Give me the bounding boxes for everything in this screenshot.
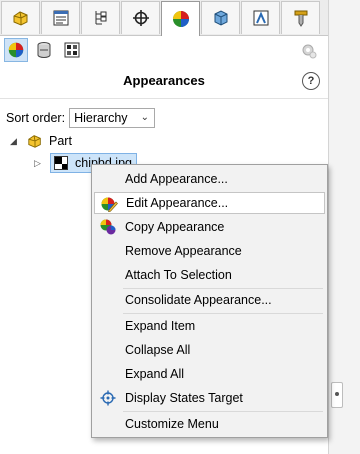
panel-splitter-handle[interactable] (331, 382, 343, 408)
settings-button[interactable] (298, 40, 320, 62)
menu-item-label: Display States Target (125, 391, 243, 405)
menu-item-remove-appearance[interactable]: Remove Appearance (94, 240, 325, 262)
tree-item-part-label: Part (49, 134, 72, 148)
manager-tabs (0, 0, 328, 36)
tab-tool[interactable] (281, 1, 320, 34)
appearances-view-button[interactable] (4, 38, 28, 62)
cam-icon (253, 10, 268, 26)
menu-item-display-states-target[interactable]: Display States Target (94, 387, 325, 409)
help-icon[interactable]: ? (302, 72, 320, 90)
collapse-triangle-icon[interactable]: ◢ (10, 136, 20, 147)
sort-order-label: Sort order: (6, 111, 66, 125)
decals-view-button[interactable] (60, 38, 84, 62)
tab-dimxpert[interactable] (121, 1, 160, 34)
appearances-ball-icon (8, 42, 24, 58)
menu-item-attach-to-selection[interactable]: Attach To Selection (94, 264, 325, 286)
context-menu: Add Appearance... Edit Appearance... Cop… (91, 164, 328, 438)
part-yellow-icon (28, 135, 41, 148)
appearance-toolbar (0, 36, 328, 64)
menu-separator (123, 411, 323, 412)
menu-item-label: Customize Menu (125, 417, 219, 431)
display-cube-icon (214, 10, 227, 26)
sort-order-row: Sort order: Hierarchy ⌄ (6, 108, 156, 128)
target-icon (100, 390, 116, 406)
menu-item-label: Remove Appearance (125, 244, 242, 258)
menu-item-label: Attach To Selection (125, 268, 232, 282)
gear-disabled-icon (302, 44, 317, 59)
menu-item-label: Expand Item (125, 319, 196, 333)
menu-item-expand-all[interactable]: Expand All (94, 363, 325, 385)
menu-item-expand-item[interactable]: Expand Item (94, 315, 325, 337)
menu-item-customize-menu[interactable]: Customize Menu (94, 413, 325, 435)
menu-item-label: Expand All (125, 367, 185, 381)
crosshair-icon (132, 10, 149, 26)
chevron-down-icon: ⌄ (140, 112, 150, 123)
sort-order-select[interactable]: Hierarchy ⌄ (69, 108, 156, 128)
tab-configuration-manager[interactable] (81, 1, 120, 34)
part-yellow-icon (13, 11, 27, 26)
decal-thumbnail-icon (54, 156, 68, 170)
decal-image-icon (64, 42, 80, 58)
menu-item-label: Copy Appearance (125, 220, 225, 234)
copy-appearance-icon (100, 219, 116, 235)
menu-item-label: Collapse All (125, 343, 191, 357)
menu-item-add-appearance[interactable]: Add Appearance... (94, 168, 325, 190)
tab-display-cube[interactable] (201, 1, 240, 34)
menu-item-copy-appearance[interactable]: Copy Appearance (94, 216, 325, 238)
menu-item-edit-appearance[interactable]: Edit Appearance... (94, 192, 325, 214)
cylinder-icon (37, 42, 51, 58)
sort-order-value: Hierarchy (74, 111, 128, 125)
menu-item-label: Consolidate Appearance... (125, 293, 272, 307)
tree-item-part[interactable]: ◢ Part (10, 133, 72, 149)
appearances-ball-icon (172, 11, 189, 27)
configuration-manager-icon (95, 11, 106, 25)
menu-item-collapse-all[interactable]: Collapse All (94, 339, 325, 361)
tool-icon (294, 10, 307, 27)
menu-item-label: Edit Appearance... (126, 196, 229, 210)
panel-header: Appearances ? (0, 66, 328, 96)
cylinder-view-button[interactable] (32, 38, 56, 62)
header-divider (0, 98, 328, 99)
menu-item-label: Add Appearance... (125, 172, 228, 186)
tab-feature-manager[interactable] (1, 1, 40, 34)
tab-property-manager[interactable] (41, 1, 80, 34)
edit-appearance-icon (101, 197, 118, 212)
right-edge-strip (329, 0, 360, 454)
tab-display-manager[interactable] (161, 1, 200, 36)
menu-separator (123, 313, 323, 314)
expand-triangle-icon[interactable]: ▷ (34, 158, 44, 169)
menu-item-consolidate-appearance[interactable]: Consolidate Appearance... (94, 289, 325, 311)
panel-title: Appearances (123, 73, 205, 88)
tab-cam[interactable] (241, 1, 280, 34)
property-manager-icon (53, 10, 68, 26)
